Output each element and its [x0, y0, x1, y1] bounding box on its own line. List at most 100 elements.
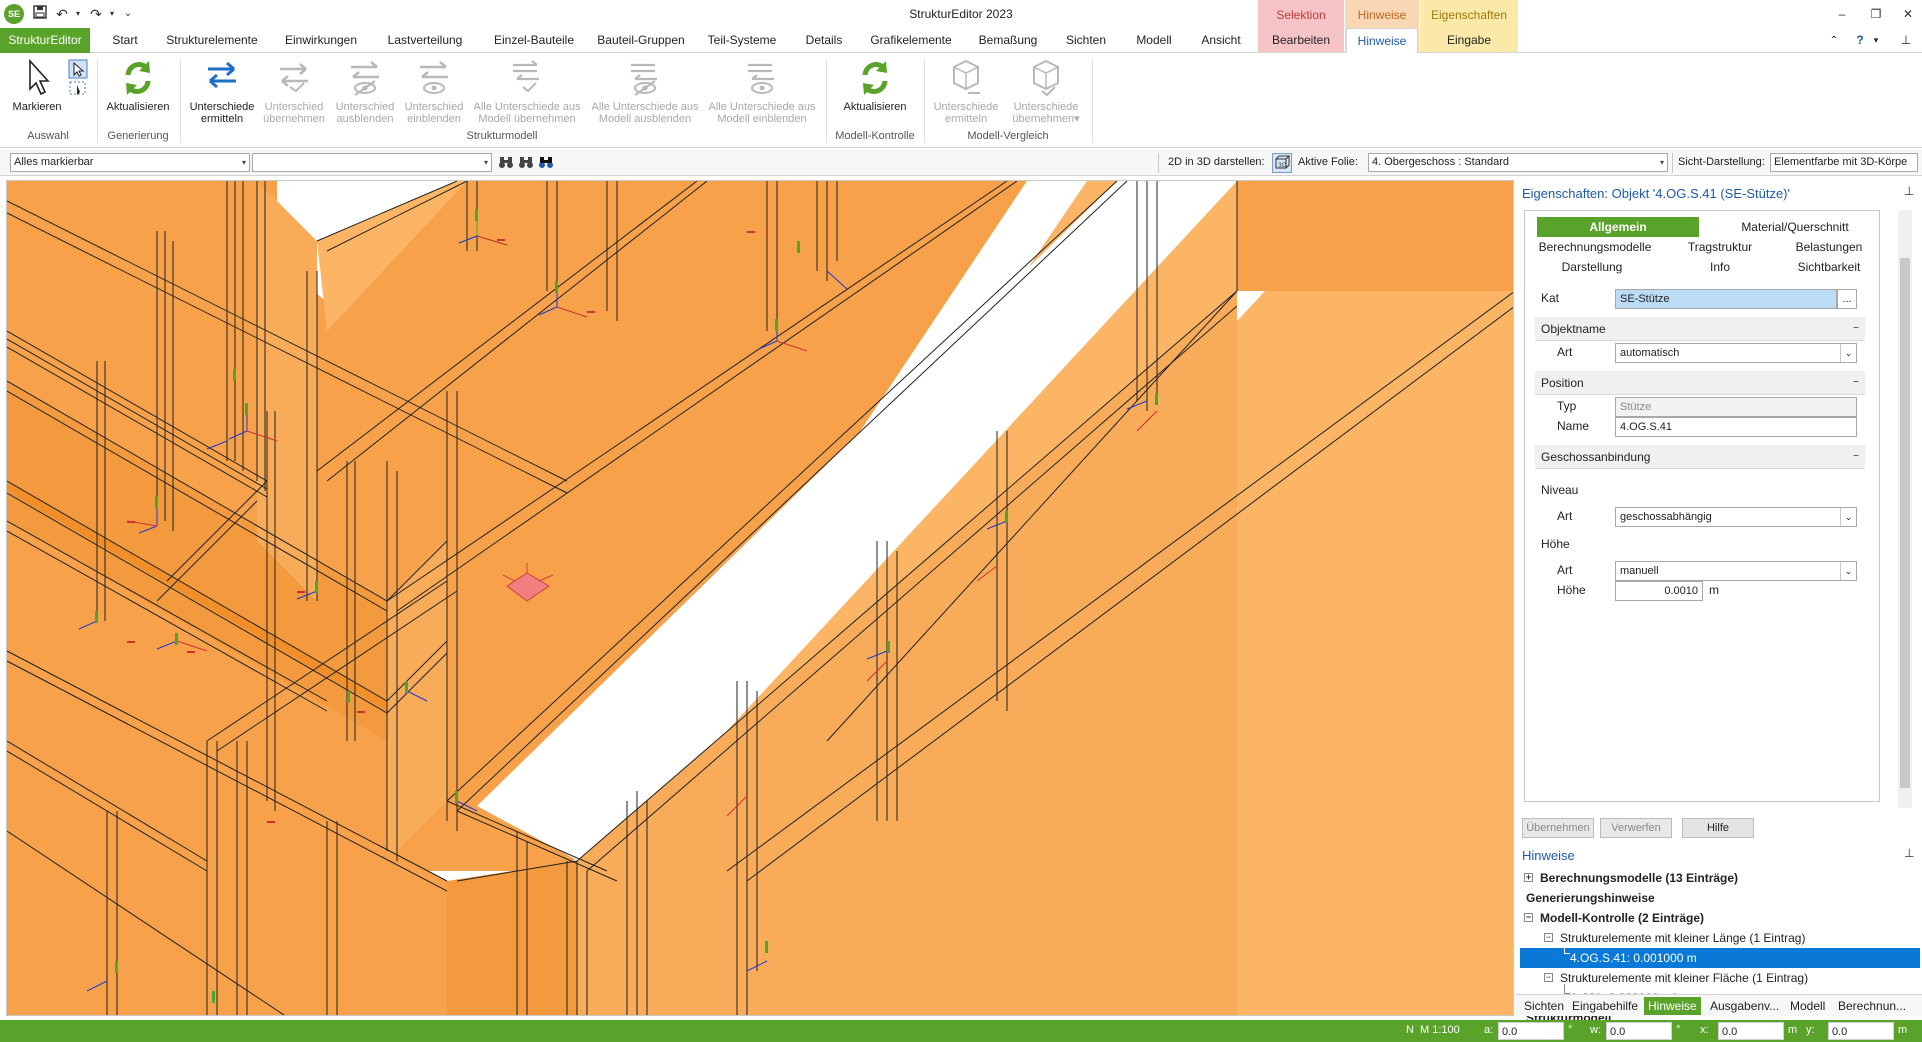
tab-ansicht[interactable]: Ansicht [1192, 28, 1250, 53]
markieren-button[interactable]: Markieren [6, 57, 68, 113]
unterschied-ausblenden-button[interactable]: Unterschied ausblenden [330, 57, 400, 125]
find-next-binoculars-icon[interactable] [518, 154, 536, 172]
status-scale[interactable]: M 1:100 [1420, 1024, 1460, 1036]
modell-vergleich-uebernehmen-button[interactable]: Unterschiede übernehmen▾ [1006, 57, 1086, 125]
unterschied-uebernehmen-button[interactable]: Unterschied übernehmen [260, 57, 328, 125]
collapse-icon[interactable]: − [1524, 913, 1533, 922]
app-logo-icon[interactable]: SE [4, 4, 24, 24]
status-x-field[interactable]: 0.0 [1718, 1022, 1784, 1040]
toggle-2d-in-3d-button[interactable]: 3D [1272, 153, 1292, 173]
objektname-art-select[interactable]: automatisch ⌄ [1615, 343, 1857, 363]
tab-strukturelemente[interactable]: Strukturelemente [160, 28, 264, 53]
ptab-tragstruktur[interactable]: Tragstruktur [1665, 237, 1775, 257]
selection-filter-combo[interactable]: Alles markierbar ▾ [10, 153, 250, 172]
tab-einwirkungen[interactable]: Einwirkungen [278, 28, 364, 53]
scrollbar-thumb[interactable] [1900, 258, 1910, 788]
collapse-icon[interactable]: − [1544, 973, 1553, 982]
tree-item-4og-s41[interactable]: 4.OG.S.41: 0.001000 m [1520, 944, 1920, 968]
tab-modell[interactable]: Modell [1126, 28, 1182, 53]
unterschiede-ermitteln-button[interactable]: Unterschiede ermitteln [184, 57, 260, 125]
btab-modell[interactable]: Modell [1786, 997, 1829, 1015]
undo-dropdown-icon[interactable]: ▾ [68, 4, 88, 24]
tree-item-modell-kontrolle[interactable]: − Modell-Kontrolle (2 Einträge) [1520, 908, 1920, 928]
ptab-belastungen[interactable]: Belastungen [1781, 237, 1877, 257]
tab-strukturEditor[interactable]: StrukturEditor [0, 28, 90, 53]
btab-berechnun[interactable]: Berechnun... [1834, 997, 1910, 1015]
wall-face[interactable] [447, 861, 577, 1016]
save-icon[interactable] [30, 4, 50, 24]
minimize-button[interactable]: – [1830, 4, 1854, 24]
sicht-darstellung-combo[interactable]: Elementfarbe mit 3D-Körpe [1770, 153, 1918, 172]
tab-grafikelemente[interactable]: Grafikelemente [862, 28, 960, 53]
restore-button[interactable]: ❐ [1864, 4, 1888, 24]
collapse-icon[interactable]: − [1853, 371, 1859, 395]
tab-einzel-bauteile[interactable]: Einzel-Bauteile [486, 28, 582, 53]
status-y-field[interactable]: 0.0 [1828, 1022, 1894, 1040]
section-objektname[interactable]: Objektname − [1535, 317, 1865, 341]
collapse-icon[interactable]: − [1853, 445, 1859, 469]
tab-bauteil-gruppen[interactable]: Bauteil-Gruppen [592, 28, 690, 53]
aktualisieren-button[interactable]: Aktualisieren [100, 57, 176, 113]
close-button[interactable]: ✕ [1896, 4, 1920, 24]
btab-ausgabenv[interactable]: Ausgabenv... [1706, 997, 1783, 1015]
tab-start[interactable]: Start [104, 28, 146, 53]
wall-top-right[interactable] [1237, 181, 1514, 291]
section-position[interactable]: Position − [1535, 371, 1865, 395]
select-mode-button[interactable] [66, 59, 90, 103]
ptab-info[interactable]: Info [1665, 257, 1775, 277]
tab-bearbeiten[interactable]: Bearbeiten [1262, 28, 1340, 53]
section-geschossanbindung[interactable]: Geschossanbindung − [1535, 445, 1865, 469]
status-w-field[interactable]: 0.0 [1606, 1022, 1672, 1040]
pin-hinweise-icon[interactable]: ⊥ [1904, 846, 1914, 860]
ptab-darstellung[interactable]: Darstellung [1529, 257, 1655, 277]
properties-scrollbar[interactable] [1898, 210, 1912, 808]
tab-hinweise[interactable]: Hinweise [1346, 28, 1418, 54]
alle-unterschiede-einblenden-button[interactable]: Alle Unterschiede aus Modell einblenden [704, 57, 820, 125]
hoehe-field[interactable]: 0.0010 [1615, 581, 1703, 601]
btab-sichten[interactable]: Sichten [1520, 997, 1568, 1015]
customize-toolbar-icon[interactable]: ⌄ [118, 4, 138, 24]
3d-viewport[interactable] [6, 180, 1514, 1016]
verwerfen-button[interactable]: Verwerfen [1600, 818, 1672, 838]
pin-ribbon-icon[interactable]: ⊥ [1898, 28, 1914, 53]
find-all-binoculars-icon[interactable] [538, 154, 556, 172]
kat-field[interactable]: SE-Stütze [1615, 289, 1837, 309]
help-button[interactable]: ? [1852, 28, 1868, 53]
find-binoculars-icon[interactable] [498, 154, 516, 172]
alle-unterschiede-uebernehmen-button[interactable]: Alle Unterschiede aus Modell übernehmen [468, 57, 586, 125]
kat-browse-button[interactable]: ... [1837, 289, 1857, 309]
collapse-icon[interactable]: − [1853, 317, 1859, 341]
unterschied-einblenden-button[interactable]: Unterschied einblenden [400, 57, 468, 125]
secondary-filter-combo[interactable]: ▾ [252, 153, 492, 172]
pin-properties-icon[interactable]: ⊥ [1904, 184, 1914, 198]
tab-eingabe[interactable]: Eingabe [1424, 28, 1514, 53]
help-dropdown-button[interactable]: ▾ [1870, 28, 1882, 53]
tab-teil-systeme[interactable]: Teil-Systeme [702, 28, 782, 53]
ptab-sichtbarkeit[interactable]: Sichtbarkeit [1781, 257, 1877, 277]
hilfe-button[interactable]: Hilfe [1682, 818, 1754, 838]
tab-lastverteilung[interactable]: Lastverteilung [376, 28, 474, 53]
ptab-material-querschnitt[interactable]: Material/Querschnitt [1715, 217, 1875, 237]
tree-item-berechnungsmodelle[interactable]: + Berechnungsmodelle (13 Einträge) [1520, 868, 1920, 888]
tab-sichten[interactable]: Sichten [1058, 28, 1114, 53]
btab-hinweise[interactable]: Hinweise [1644, 997, 1701, 1015]
hoehe-art-select[interactable]: manuell ⌄ [1615, 561, 1857, 581]
tab-details[interactable]: Details [798, 28, 850, 53]
ptab-berechnungsmodelle[interactable]: Berechnungsmodelle [1529, 237, 1661, 257]
tab-bemassung[interactable]: Bemaßung [972, 28, 1044, 53]
wall-face[interactable] [257, 181, 317, 601]
ptab-allgemein[interactable]: Allgemein [1537, 217, 1699, 237]
tree-item-generierungshinweise[interactable]: Generierungshinweise [1520, 888, 1920, 908]
alle-unterschiede-ausblenden-button[interactable]: Alle Unterschiede aus Modell ausblenden [586, 57, 704, 125]
name-field[interactable]: 4.OG.S.41 [1615, 417, 1857, 437]
collapse-icon[interactable]: − [1544, 933, 1553, 942]
status-a-field[interactable]: 0.0 [1498, 1022, 1564, 1040]
aktive-folie-combo[interactable]: 4. Obergeschoss : Standard ▾ [1368, 153, 1668, 172]
tree-item-kleine-laenge[interactable]: − Strukturelemente mit kleiner Länge (1 … [1520, 928, 1920, 948]
btab-eingabehilfe[interactable]: Eingabehilfe [1568, 997, 1642, 1015]
tree-item-kleine-flaeche[interactable]: − Strukturelemente mit kleiner Fläche (1… [1520, 968, 1920, 988]
modell-kontrolle-aktualisieren-button[interactable]: Aktualisieren [834, 57, 916, 113]
modell-vergleich-ermitteln-button[interactable]: Unterschiede ermitteln [928, 57, 1004, 125]
structure-model-canvas[interactable] [7, 181, 1514, 1016]
niveau-art-select[interactable]: geschossabhängig ⌄ [1615, 507, 1857, 527]
